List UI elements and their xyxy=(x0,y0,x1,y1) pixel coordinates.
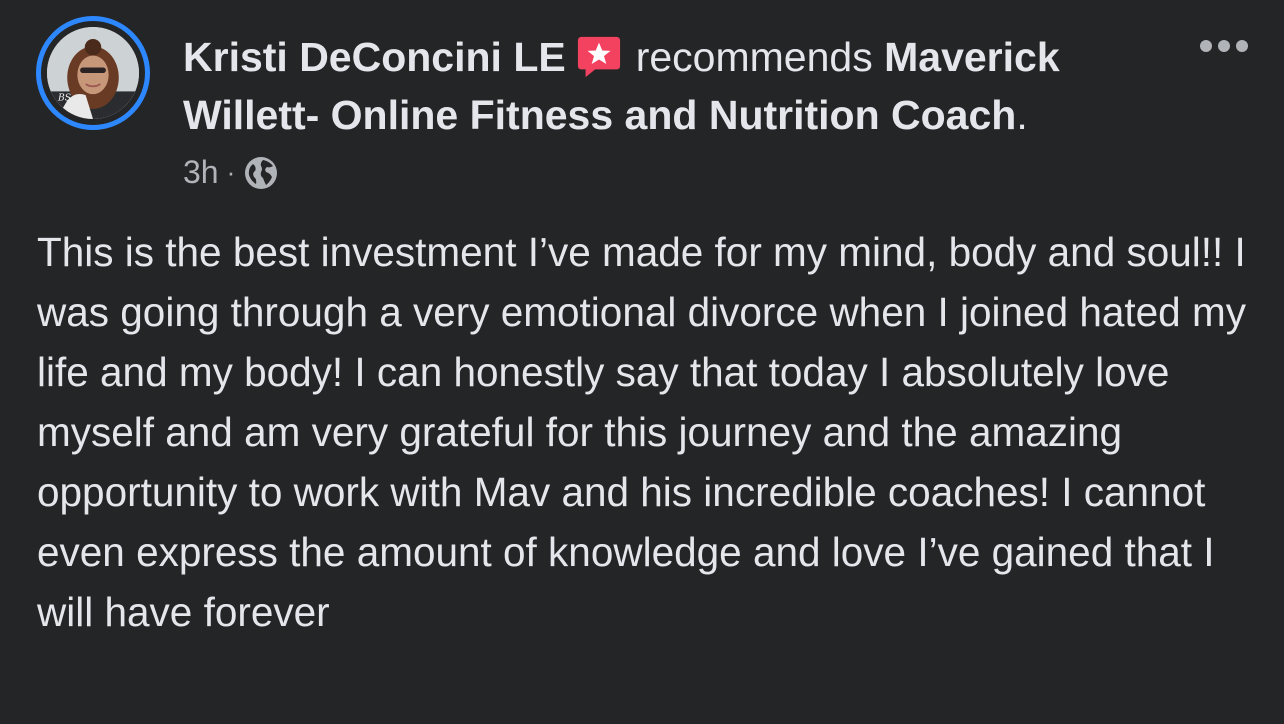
recommendation-post: BS Kristi DeConcini LE recommends Maveri… xyxy=(0,0,1284,724)
post-body: This is the best investment I’ve made fo… xyxy=(37,229,1246,635)
avatar-photo: BS xyxy=(47,27,139,119)
more-dot-icon xyxy=(1200,40,1212,52)
more-dot-icon xyxy=(1218,40,1230,52)
meta-separator: · xyxy=(226,157,236,187)
timestamp[interactable]: 3h xyxy=(183,154,219,191)
avatar-story-ring[interactable]: BS xyxy=(36,16,150,130)
recommendation-star-icon xyxy=(577,36,620,78)
globe-icon[interactable] xyxy=(243,155,279,191)
avatar[interactable]: BS xyxy=(47,27,139,119)
post-header: Kristi DeConcini LE recommends Maverick … xyxy=(183,28,1173,144)
more-dot-icon xyxy=(1236,40,1248,52)
more-options-button[interactable] xyxy=(1196,34,1252,58)
trailing-punctuation: . xyxy=(1016,92,1028,138)
author-name[interactable]: Kristi DeConcini LE xyxy=(183,34,566,80)
svg-text:BS: BS xyxy=(57,93,71,104)
post-meta: 3h · xyxy=(183,154,279,191)
action-text: recommends xyxy=(635,34,873,80)
